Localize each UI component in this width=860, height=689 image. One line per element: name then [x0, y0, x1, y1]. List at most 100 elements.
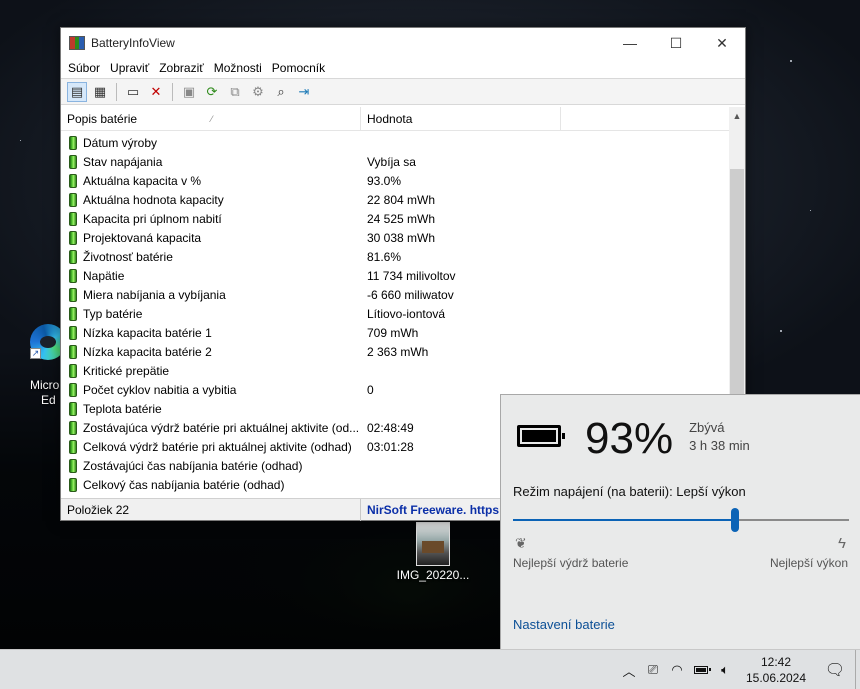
- column-header-value[interactable]: Hodnota: [361, 107, 561, 131]
- table-row[interactable]: Napätie 11 734 milivoltov: [61, 266, 729, 285]
- row-description-text: Teplota batérie: [83, 401, 162, 416]
- battery-item-icon: [69, 382, 77, 397]
- row-description: Nízka kapacita batérie 1: [61, 325, 361, 340]
- list-header: Popis batérie ⁄ Hodnota: [61, 107, 745, 131]
- menu-help[interactable]: Pomocník: [267, 61, 330, 75]
- row-description-text: Počet cyklov nabitia a vybitia: [83, 382, 237, 397]
- scroll-thumb[interactable]: [730, 169, 744, 409]
- row-value: 81.6%: [367, 249, 402, 264]
- battery-item-icon: [69, 477, 77, 492]
- wifi-icon[interactable]: ◠: [665, 650, 689, 689]
- item-count: Položiek 22: [61, 498, 361, 521]
- battery-item-icon: [69, 325, 77, 340]
- show-desktop-button[interactable]: [855, 650, 860, 689]
- row-description-text: Miera nabíjania a vybíjania: [83, 287, 226, 302]
- menu-edit[interactable]: Upraviť: [105, 61, 154, 75]
- copy-icon[interactable]: ⧉: [225, 82, 245, 102]
- shortcut-arrow-icon: ↗: [30, 348, 41, 359]
- row-description: Zostávajúca výdrž batérie pri aktuálnej …: [61, 420, 361, 435]
- volume-icon[interactable]: 🔈︎: [713, 650, 737, 689]
- row-description: Miera nabíjania a vybíjania: [61, 287, 361, 302]
- star: [790, 60, 792, 62]
- row-description-text: Zostávajúca výdrž batérie pri aktuálnej …: [83, 420, 360, 435]
- remaining-label: Zbývá: [689, 420, 725, 435]
- column-header-description-label: Popis batérie: [67, 111, 138, 126]
- meet-now-icon[interactable]: ⎚: [641, 650, 665, 689]
- row-description: Stav napájania: [61, 154, 361, 169]
- close-button[interactable]: ✕: [699, 28, 745, 58]
- battery-item-icon: [69, 154, 77, 169]
- row-description-text: Stav napájania: [83, 154, 163, 169]
- taskbar: ︿ ⎚ ◠ 🔈︎ 12:42 15.06.2024 🗨︎: [0, 649, 860, 689]
- table-row[interactable]: Dátum výroby: [61, 133, 729, 152]
- menu-view[interactable]: Zobraziť: [154, 61, 209, 75]
- chevron-up-icon[interactable]: ︿: [617, 650, 641, 689]
- row-description-text: Napätie: [83, 268, 125, 283]
- row-description-text: Projektovaná kapacita: [83, 230, 202, 245]
- find-icon[interactable]: ⌕: [271, 82, 291, 102]
- row-value: Lítiovo-iontová: [367, 306, 446, 321]
- desktop-icon-image[interactable]: IMG_20220...: [397, 522, 469, 582]
- title-bar[interactable]: BatteryInfoView — ☐ ✕: [61, 28, 745, 58]
- row-description: Počet cyklov nabitia a vybitia: [61, 382, 361, 397]
- table-row[interactable]: Stav napájania Vybíja sa: [61, 152, 729, 171]
- battery-info-view-icon[interactable]: ▤: [67, 81, 87, 102]
- table-row[interactable]: Kritické prepätie: [61, 361, 729, 380]
- menu-file[interactable]: Súbor: [63, 61, 105, 75]
- battery-item-icon: [69, 458, 77, 473]
- battery-item-icon: [69, 192, 77, 207]
- row-description-text: Nízka kapacita batérie 2: [83, 344, 212, 359]
- table-row[interactable]: Životnosť batérie 81.6%: [61, 247, 729, 266]
- image-thumbnail-icon: [416, 522, 450, 566]
- row-description-text: Kritické prepätie: [83, 363, 170, 378]
- table-row[interactable]: Typ batérie Lítiovo-iontová: [61, 304, 729, 323]
- table-row[interactable]: Kapacita pri úplnom nabití 24 525 mWh: [61, 209, 729, 228]
- row-value: 11 734 milivoltov: [367, 268, 456, 283]
- desktop-icon-edge-label: Micro: [30, 378, 60, 392]
- maximize-button[interactable]: ☐: [653, 28, 699, 58]
- table-row[interactable]: Miera nabíjania a vybíjania -6 660 miliwa…: [61, 285, 729, 304]
- row-description-text: Celkový čas nabíjania batérie (odhad): [83, 477, 285, 492]
- row-description: Typ batérie: [61, 306, 361, 321]
- row-description-text: Nízka kapacita batérie 1: [83, 325, 212, 340]
- table-row[interactable]: Projektovaná kapacita 30 038 mWh: [61, 228, 729, 247]
- exit-icon[interactable]: ⇥: [294, 82, 314, 102]
- power-mode-slider[interactable]: [513, 508, 849, 532]
- slider-thumb[interactable]: [730, 508, 739, 532]
- table-row[interactable]: Aktuálna hodnota kapacity 22 804 mWh: [61, 190, 729, 209]
- battery-settings-link[interactable]: Nastavení baterie: [513, 617, 615, 632]
- delete-icon[interactable]: ✕: [146, 82, 166, 102]
- battery-icon: [517, 425, 565, 447]
- window-view-icon[interactable]: ▭: [123, 82, 143, 102]
- clock[interactable]: 12:42 15.06.2024: [741, 654, 811, 686]
- minimize-button[interactable]: —: [607, 28, 653, 58]
- battery-log-view-icon[interactable]: ▦: [90, 82, 110, 102]
- scroll-up-icon[interactable]: ▲: [729, 107, 745, 124]
- row-value: 709 mWh: [367, 325, 419, 340]
- leaf-icon: ❦: [515, 535, 527, 551]
- remaining-value: 3 h 38 min: [689, 438, 750, 453]
- column-header-description[interactable]: Popis batérie ⁄: [61, 107, 361, 131]
- properties-icon[interactable]: ⚙: [248, 82, 268, 102]
- battery-item-icon: [69, 268, 77, 283]
- notification-icon[interactable]: 🗨︎: [815, 660, 855, 680]
- table-row[interactable]: Nízka kapacita batérie 1 709 mWh: [61, 323, 729, 342]
- app-icon: [69, 36, 85, 50]
- best-performance-label: Nejlepší výkon: [769, 556, 848, 570]
- remaining-time: Zbývá 3 h 38 min: [689, 419, 750, 455]
- row-description: Celková výdrž batérie pri aktuálnej akti…: [61, 439, 361, 454]
- table-row[interactable]: Nízka kapacita batérie 2 2 363 mWh: [61, 342, 729, 361]
- row-description: Aktuálna kapacita v %: [61, 173, 361, 188]
- column-header-value-label: Hodnota: [367, 111, 413, 126]
- refresh-icon[interactable]: ⟳: [202, 82, 222, 102]
- row-description: Životnosť batérie: [61, 249, 361, 264]
- save-icon[interactable]: ▣: [179, 82, 199, 102]
- row-value: 2 363 mWh: [367, 344, 429, 359]
- menu-options[interactable]: Možnosti: [209, 61, 267, 75]
- tray-battery-icon[interactable]: [689, 650, 713, 689]
- toolbar-separator: [172, 82, 173, 101]
- sort-arrow-icon: ⁄: [211, 113, 213, 124]
- clock-date: 15.06.2024: [745, 671, 807, 685]
- battery-item-icon: [69, 173, 77, 188]
- table-row[interactable]: Aktuálna kapacita v % 93.0%: [61, 171, 729, 190]
